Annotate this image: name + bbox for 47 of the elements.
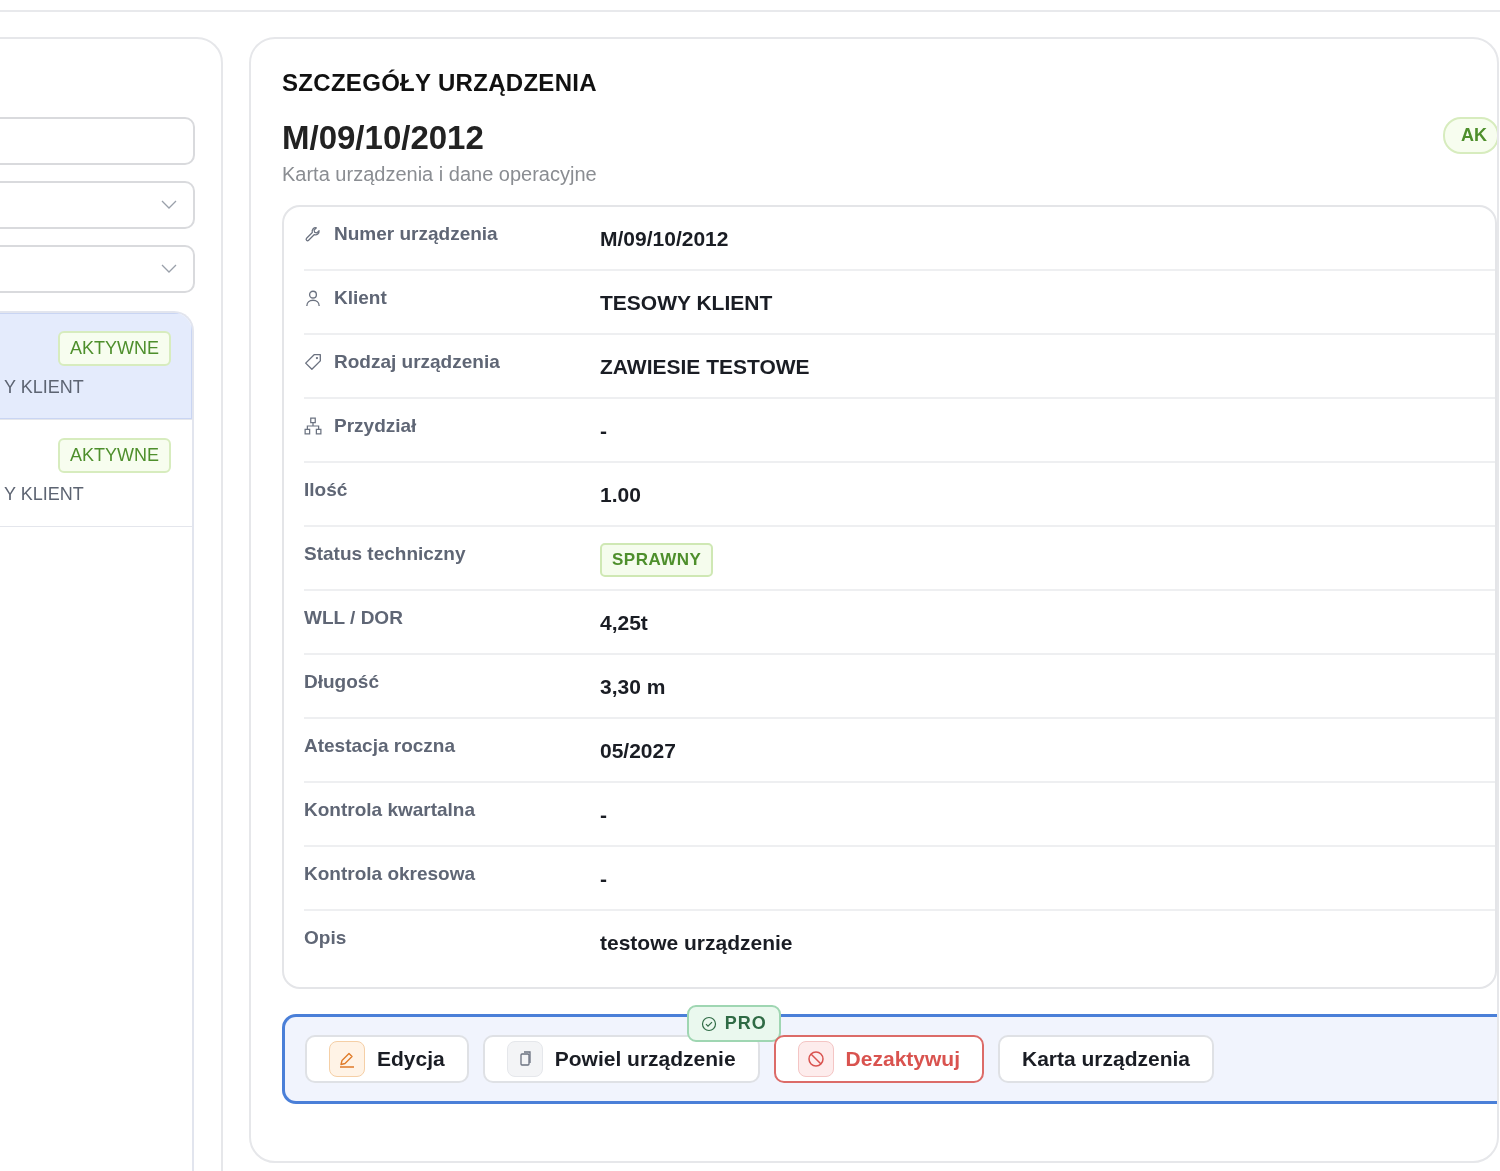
action-button[interactable]: Edycja [305, 1035, 469, 1083]
field-value: 05/2027 [600, 738, 676, 763]
action-button[interactable]: Powiel urządzenie [482, 1035, 760, 1083]
field-value: - [600, 418, 607, 443]
field-label: Ilość [304, 479, 348, 501]
hierarchy-icon [304, 417, 322, 435]
device-subtitle: Karta urządzenia i dane operacyjne [282, 163, 597, 186]
tag-icon [304, 353, 322, 371]
status-badge: SPRAWNY [600, 543, 714, 577]
pro-badge: PRO [686, 1005, 781, 1042]
wrench-icon [304, 225, 322, 243]
status-badge: AKTYWNE [58, 331, 171, 366]
field-value: testowe urządzenie [600, 930, 793, 955]
chevron-down-icon [161, 200, 177, 210]
field-label: Kontrola okresowa [304, 863, 476, 885]
field-value: M/09/10/2012 [600, 226, 729, 251]
chevron-down-icon [161, 264, 177, 274]
field-label: Opis [304, 927, 347, 949]
field-value: 1.00 [600, 482, 641, 507]
field-label: Kontrola kwartalna [304, 799, 476, 821]
action-button[interactable]: Karta urządzenia [998, 1035, 1215, 1083]
field-label: Przydział [334, 415, 417, 437]
field-value: - [600, 802, 607, 827]
client-name: Y KLIENT [4, 484, 84, 505]
field-value: ZAWIESIE TESTOWE [600, 354, 810, 379]
status-badge: AKTYWNE [58, 438, 171, 473]
copy-icon [506, 1041, 543, 1077]
status-badge: AK [1443, 117, 1497, 154]
field-value: 3,30 m [600, 674, 666, 699]
field-value: 4,25t [600, 610, 648, 635]
field-label: Status techniczny [304, 543, 466, 565]
list-item[interactable]: AKTYWNE Y KLIENT [0, 313, 192, 420]
field-label: Rodzaj urządzenia [334, 351, 500, 373]
device-title: M/09/10/2012 [282, 119, 485, 157]
field-label: Długość [304, 671, 379, 693]
client-name: Y KLIENT [4, 377, 84, 398]
field-value: TESOWY KLIENT [600, 290, 773, 315]
person-icon [304, 289, 322, 307]
pencil-icon [329, 1041, 365, 1077]
field-label: Atestacja roczna [304, 735, 455, 757]
field-label: Numer urządzenia [334, 223, 498, 245]
field-label: WLL / DOR [304, 607, 403, 629]
field-value: - [600, 866, 607, 891]
section-heading: SZCZEGÓŁY URZĄDZENIA [282, 69, 597, 97]
prohibited-icon [797, 1041, 834, 1077]
action-button[interactable]: Dezaktywuj [773, 1035, 984, 1083]
field-label: Klient [334, 287, 387, 309]
